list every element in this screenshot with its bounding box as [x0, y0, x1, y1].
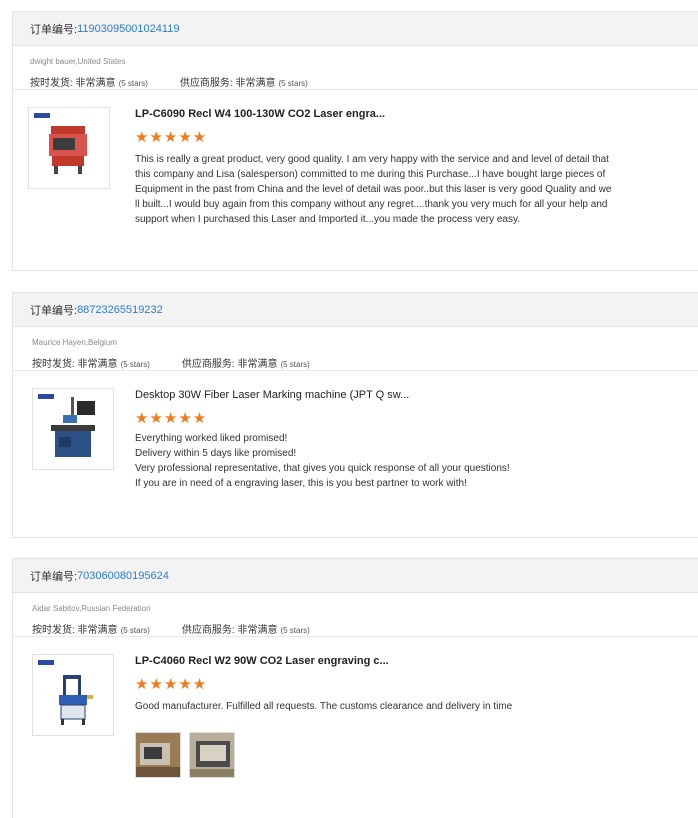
review-photo[interactable]	[189, 732, 235, 778]
review-card: 订单编号: 11903095001024119 dwight bauer,Uni…	[12, 11, 698, 271]
service-rating-label: 供应商服务: 非常满意	[179, 78, 276, 89]
product-title[interactable]: LP-C6090 Recl W4 100-130W CO2 Laser engr…	[135, 108, 385, 120]
buyer-photo-thumbnail	[190, 733, 234, 777]
product-title[interactable]: LP-C4060 Recl W2 90W CO2 Laser engraving…	[135, 655, 389, 667]
review-line: Very professional representative, that g…	[135, 463, 510, 474]
product-thumbnail[interactable]	[28, 107, 110, 189]
shipping-rating-stars: (5 stars)	[120, 360, 150, 369]
laser-engraver-blue-thumbnail	[59, 675, 93, 725]
service-rating-stars: (5 stars)	[280, 360, 310, 369]
order-number-link[interactable]: 703060080195624	[77, 570, 169, 582]
review-line: If you are in need of a engraving laser,…	[135, 478, 467, 489]
service-rating-stars: (5 stars)	[280, 626, 310, 635]
shipping-rating-stars: (5 stars)	[120, 626, 150, 635]
shipping-rating-stars: (5 stars)	[118, 79, 148, 88]
review-meta: Maurice Hayen,Belgium 按时发货: 非常满意 (5 star…	[13, 327, 698, 371]
product-title[interactable]: Desktop 30W Fiber Laser Marking machine …	[135, 389, 409, 401]
star-rating-icon: ★★★★★	[135, 410, 208, 427]
buyer-name: Maurice Hayen,Belgium	[32, 338, 117, 347]
service-rating-label: 供应商服务: 非常满意	[181, 359, 278, 370]
order-number-link[interactable]: 11903095001024119	[77, 23, 179, 35]
review-line: Delivery within 5 days like promised!	[135, 448, 297, 459]
review-meta: Aidar Sabitov,Russian Federation 按时发货: 非…	[13, 593, 698, 637]
review-line: support when I purchased this Laser and …	[135, 214, 521, 225]
shipping-rating-label: 按时发货: 非常满意	[32, 359, 118, 370]
review-text: Everything worked liked promised! Delive…	[135, 431, 680, 491]
shipping-rating-label: 按时发货: 非常满意	[30, 78, 116, 89]
buyer-name: Aidar Sabitov,Russian Federation	[32, 604, 151, 613]
order-label: 订单编号:	[30, 23, 78, 36]
review-line: Good manufacturer. Fulfilled all request…	[135, 701, 513, 712]
laser-engraver-red-thumbnail	[49, 126, 87, 174]
order-header: 订单编号: 88723265519232	[13, 293, 698, 327]
review-line: This is really a great product, very goo…	[135, 154, 609, 165]
shipping-rating-label: 按时发货: 非常满意	[32, 625, 118, 636]
ratings-row: 按时发货: 非常满意 (5 stars) 供应商服务: 非常满意 (5 star…	[32, 355, 698, 370]
review-card: 订单编号: 703060080195624 Aidar Sabitov,Russ…	[12, 558, 698, 818]
review-line: this company and Lisa (salesperson) comm…	[135, 169, 606, 180]
service-rating-stars: (5 stars)	[278, 79, 308, 88]
order-header: 订单编号: 703060080195624	[13, 559, 698, 593]
order-number-link[interactable]: 88723265519232	[77, 304, 163, 316]
review-meta: dwight bauer,United States 按时发货: 非常满意 (5…	[13, 46, 698, 90]
review-photo[interactable]	[135, 732, 181, 778]
order-header: 订单编号: 11903095001024119	[13, 12, 698, 46]
review-text: Good manufacturer. Fulfilled all request…	[135, 699, 680, 714]
product-thumbnail[interactable]	[32, 654, 114, 736]
ratings-row: 按时发货: 非常满意 (5 stars) 供应商服务: 非常满意 (5 star…	[30, 74, 698, 89]
buyer-photo-thumbnail	[136, 733, 180, 777]
review-text: This is really a great product, very goo…	[135, 152, 680, 227]
order-label: 订单编号:	[30, 304, 78, 317]
review-line: Everything worked liked promised!	[135, 433, 288, 444]
star-rating-icon: ★★★★★	[135, 676, 208, 693]
buyer-name: dwight bauer,United States	[30, 57, 126, 66]
fiber-marking-machine-thumbnail	[51, 397, 95, 457]
order-label: 订单编号:	[30, 570, 78, 583]
review-line: ll built...I would buy again from this c…	[135, 199, 608, 210]
ratings-row: 按时发货: 非常满意 (5 stars) 供应商服务: 非常满意 (5 star…	[32, 621, 698, 636]
product-thumbnail[interactable]	[32, 388, 114, 470]
service-rating-label: 供应商服务: 非常满意	[181, 625, 278, 636]
review-card: 订单编号: 88723265519232 Maurice Hayen,Belgi…	[12, 292, 698, 538]
review-line: Equipment in the past from China and the…	[135, 184, 612, 195]
star-rating-icon: ★★★★★	[135, 129, 208, 146]
